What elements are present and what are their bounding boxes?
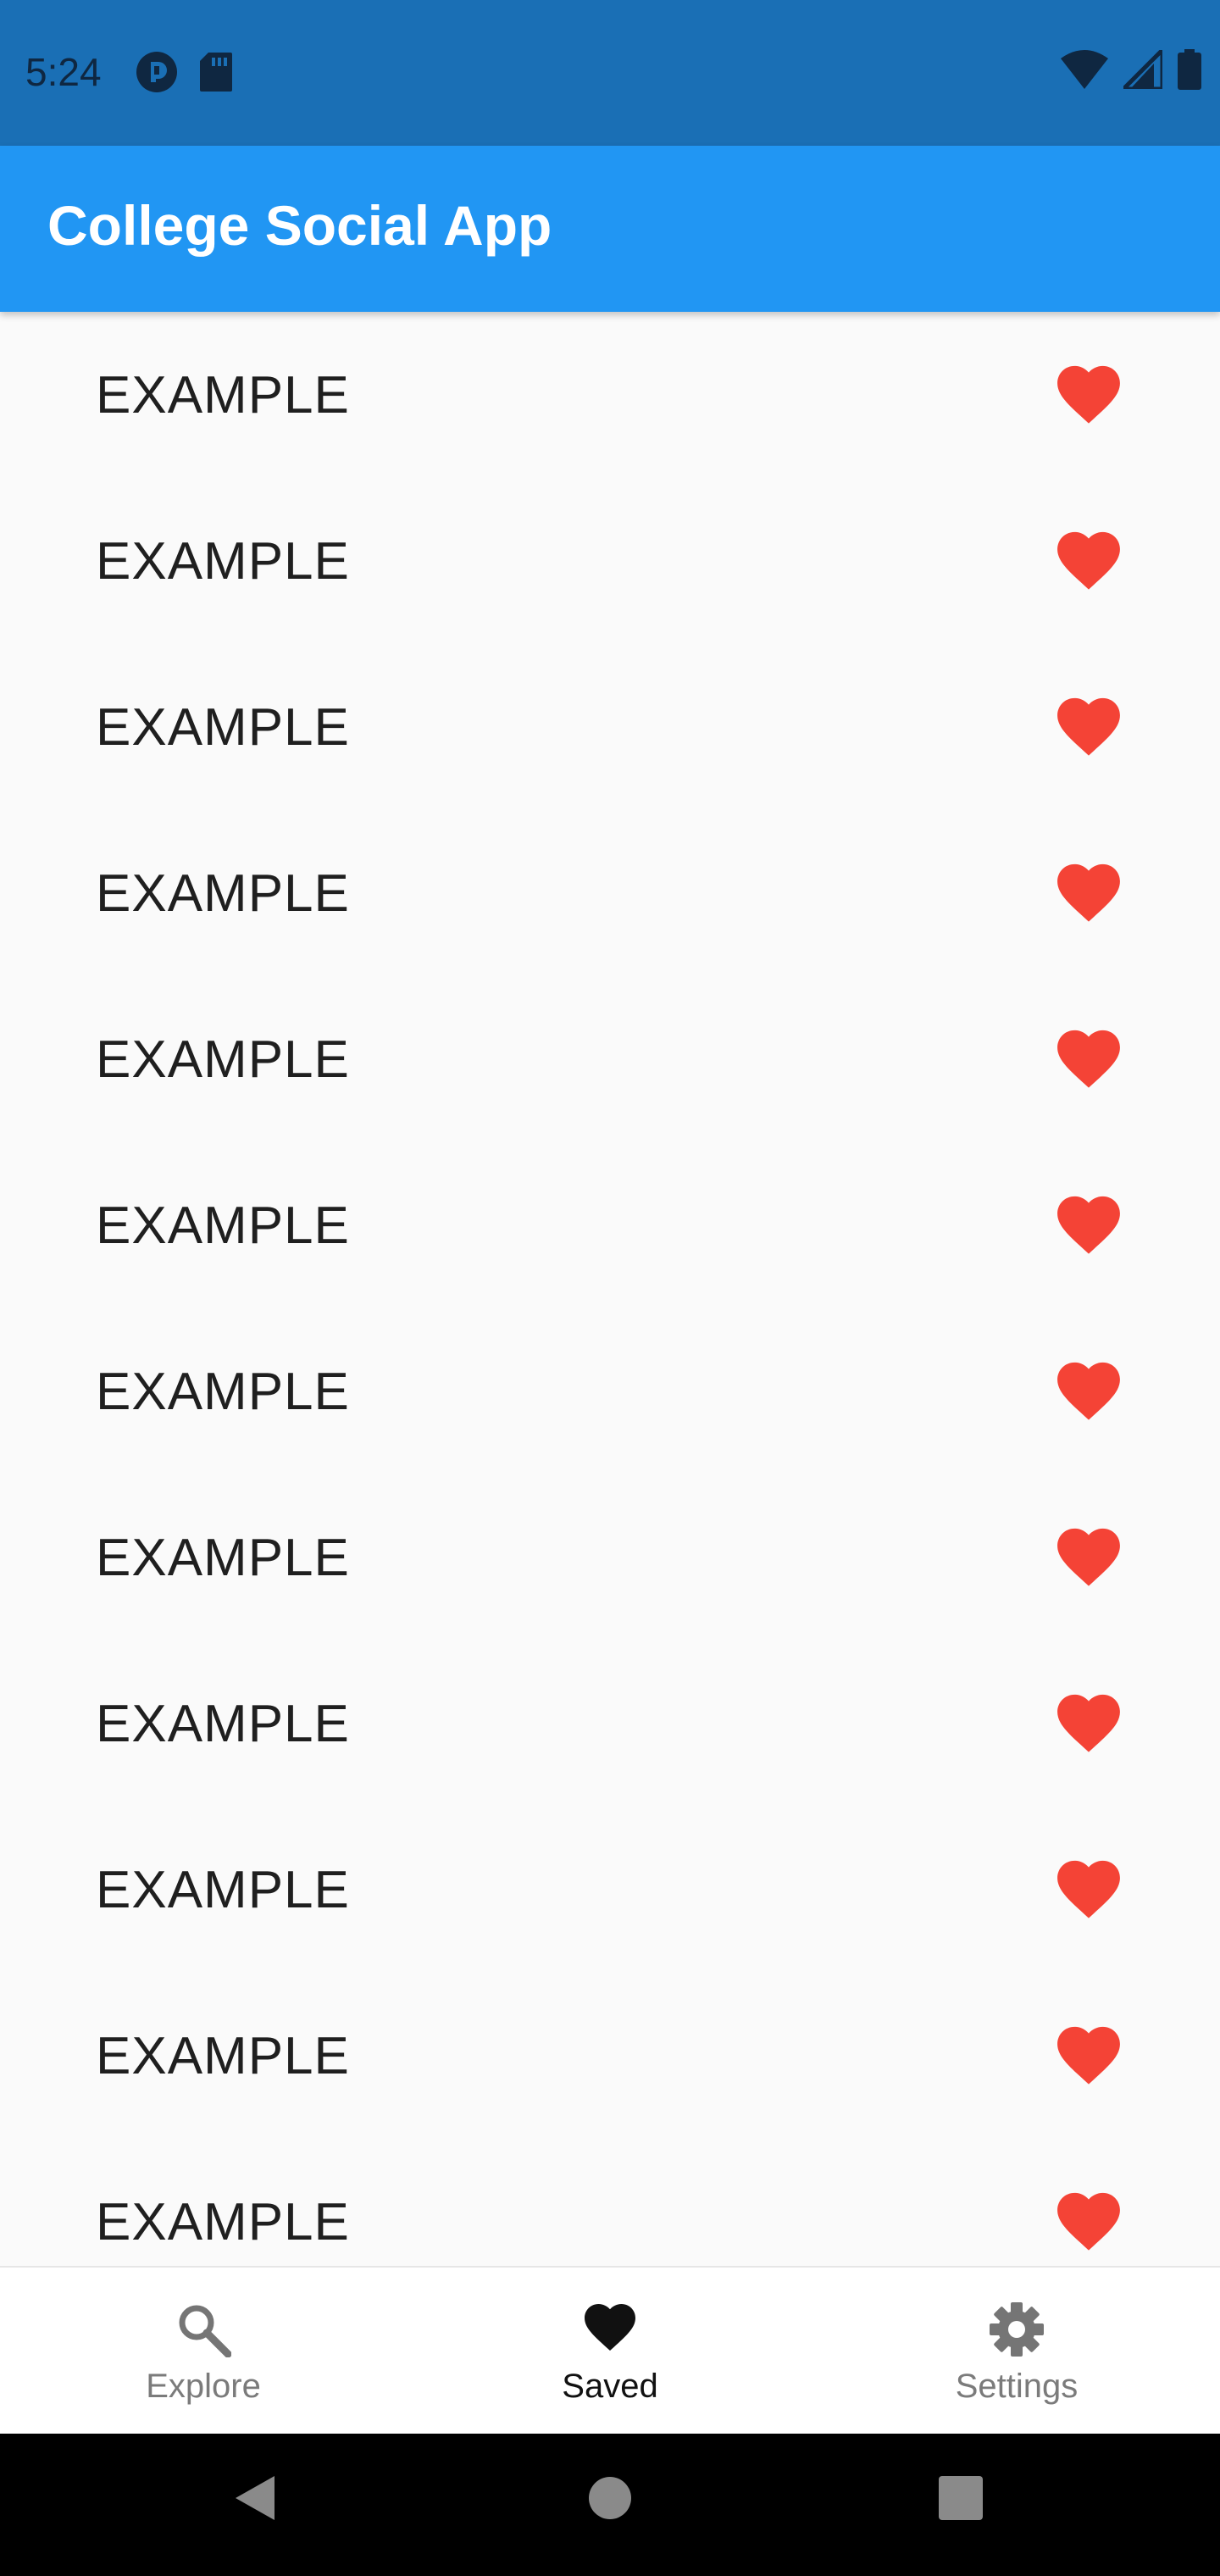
list-item-label: EXAMPLE [96, 698, 350, 757]
search-icon [175, 2301, 232, 2358]
list-item-label: EXAMPLE [96, 1363, 350, 1421]
pocket-casts-icon [136, 51, 178, 97]
list-item-label: EXAMPLE [96, 366, 350, 425]
nav-label-settings: Settings [955, 2368, 1079, 2405]
status-system-icons [1061, 44, 1201, 94]
home-icon[interactable] [588, 2473, 632, 2528]
list-item[interactable]: EXAMPLE [0, 478, 1220, 644]
status-notification-icons [136, 51, 232, 97]
list-item[interactable]: EXAMPLE [0, 1474, 1220, 1641]
heart-icon[interactable] [1056, 863, 1122, 924]
list-item-label: EXAMPLE [96, 1695, 350, 1753]
battery-icon [1178, 49, 1201, 94]
cell-signal-icon [1117, 44, 1165, 93]
heart-icon[interactable] [1056, 1029, 1122, 1090]
list-item-label: EXAMPLE [96, 1861, 350, 1919]
heart-icon[interactable] [1056, 1693, 1122, 1754]
heart-icon[interactable] [1056, 1195, 1122, 1256]
status-bar: 5:24 [0, 0, 1220, 146]
wifi-icon [1061, 50, 1108, 93]
list-item[interactable]: EXAMPLE [0, 1807, 1220, 1973]
list-item[interactable]: EXAMPLE [0, 810, 1220, 976]
list-item[interactable]: EXAMPLE [0, 976, 1220, 1142]
heart-icon[interactable] [1056, 697, 1122, 758]
heart-icon[interactable] [1056, 1859, 1122, 1920]
saved-list[interactable]: EXAMPLE EXAMPLE EXAMPLE EXAMPLE EXAMPLE EXAMP… [0, 312, 1220, 2266]
heart-icon[interactable] [1056, 2191, 1122, 2252]
list-item-label: EXAMPLE [96, 2027, 350, 2085]
bottom-navigation: Explore Saved Settings [0, 2266, 1220, 2434]
list-item[interactable]: EXAMPLE [0, 2139, 1220, 2266]
heart-icon[interactable] [1056, 2025, 1122, 2086]
heart-icon[interactable] [1056, 530, 1122, 591]
recents-icon[interactable] [937, 2473, 984, 2528]
list-item-label: EXAMPLE [96, 1030, 350, 1089]
list-item[interactable]: EXAMPLE [0, 644, 1220, 810]
list-item[interactable]: EXAMPLE [0, 1973, 1220, 2139]
nav-label-explore: Explore [146, 2368, 261, 2405]
list-item[interactable]: EXAMPLE [0, 1142, 1220, 1308]
back-icon[interactable] [230, 2473, 278, 2528]
gear-icon [989, 2301, 1045, 2357]
app-bar: College Social App [0, 146, 1220, 312]
list-item-label: EXAMPLE [96, 532, 350, 591]
list-item[interactable]: EXAMPLE [0, 1308, 1220, 1474]
status-time: 5:24 [25, 50, 102, 94]
nav-label-saved: Saved [562, 2368, 658, 2405]
list-item-label: EXAMPLE [96, 1529, 350, 1587]
sd-card-icon [200, 53, 232, 96]
app-title: College Social App [47, 194, 552, 257]
nav-item-saved[interactable]: Saved [407, 2268, 813, 2434]
list-item[interactable]: EXAMPLE [0, 1641, 1220, 1807]
heart-icon[interactable] [1056, 1527, 1122, 1588]
heart-icon [579, 2301, 641, 2357]
heart-icon[interactable] [1056, 1361, 1122, 1422]
list-item[interactable]: EXAMPLE [0, 312, 1220, 478]
heart-icon[interactable] [1056, 364, 1122, 425]
list-item-label: EXAMPLE [96, 2193, 350, 2251]
nav-item-explore[interactable]: Explore [0, 2268, 407, 2434]
system-navigation-bar [0, 2432, 1220, 2576]
nav-item-settings[interactable]: Settings [813, 2268, 1220, 2434]
list-item-label: EXAMPLE [96, 864, 350, 923]
list-item-label: EXAMPLE [96, 1196, 350, 1255]
